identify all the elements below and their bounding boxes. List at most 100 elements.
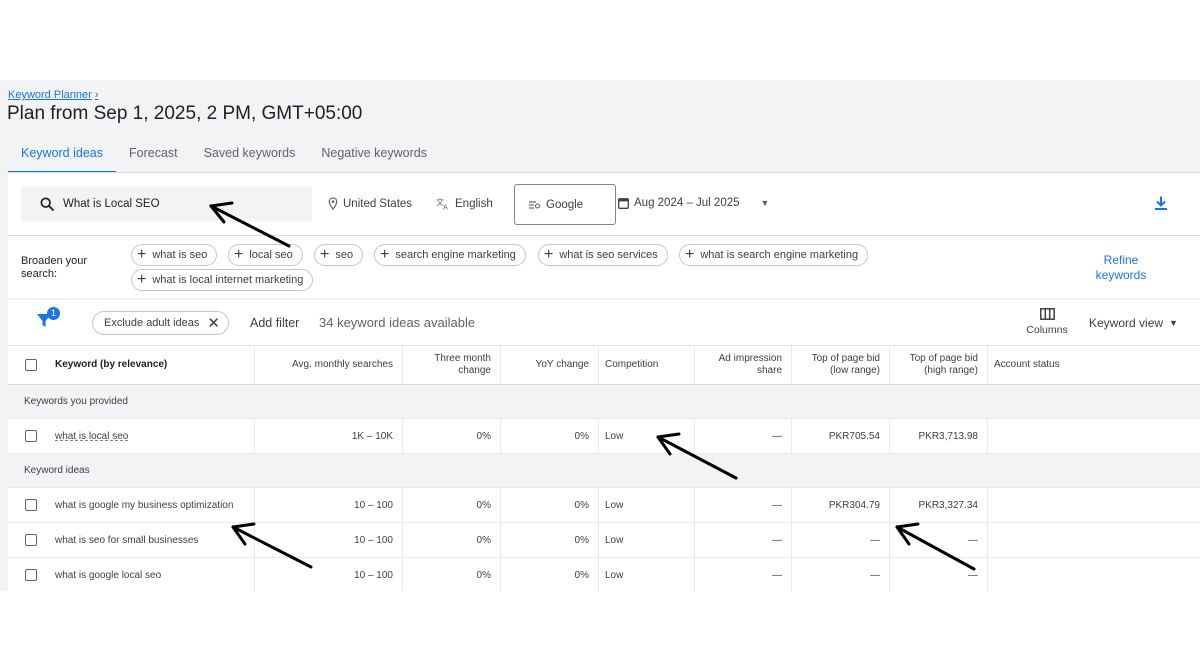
breadcrumb[interactable]: Keyword Planner › (8, 89, 98, 101)
broaden-chip[interactable]: + what is local internet marketing (131, 269, 314, 291)
yoy-change: 0% (501, 523, 599, 557)
header-competition[interactable]: Competition (599, 346, 695, 384)
location-value: United States (343, 197, 413, 210)
bid-high: — (890, 523, 988, 557)
translate-icon: 文A (436, 197, 448, 210)
yoy-change: 0% (501, 419, 599, 453)
download-icon[interactable] (1153, 195, 1169, 211)
plus-icon: + (234, 246, 244, 263)
broaden-search-label: Broaden your search: (21, 255, 88, 280)
plus-icon: + (137, 271, 147, 288)
dropdown-arrow-icon: ▼ (760, 198, 770, 208)
cell-divider (8, 558, 255, 591)
three-month-change: 0% (403, 558, 501, 591)
three-month-change: 0% (403, 488, 501, 522)
select-all-checkbox[interactable] (25, 359, 37, 371)
cell-divider (8, 523, 255, 557)
breadcrumb-link[interactable]: Keyword Planner (8, 89, 92, 101)
panel-divider (8, 235, 1200, 236)
ideas-count: 34 keyword ideas available (319, 315, 476, 330)
header-three-month[interactable]: Three month change (403, 346, 501, 384)
table-row[interactable]: what is seo for small businesses 10 – 10… (8, 523, 1200, 558)
search-value: What is Local SEO (63, 198, 160, 210)
location-pin-icon (328, 197, 338, 210)
header-yoy[interactable]: YoY change (501, 346, 599, 384)
search-input[interactable]: What is Local SEO (21, 187, 312, 221)
bid-low: — (792, 558, 890, 591)
bid-high: PKR3,327.34 (890, 488, 988, 522)
language-value: English (455, 197, 493, 210)
network-value: Google (546, 198, 584, 211)
broaden-chip[interactable]: + local seo (228, 244, 303, 266)
table-row[interactable]: what is google my business optimization … (8, 488, 1200, 523)
ad-share: — (695, 558, 792, 591)
header-account-status[interactable]: Account status (988, 346, 1200, 384)
broaden-chip[interactable]: + search engine marketing (374, 244, 526, 266)
keyword-table: 1 Exclude adult ideas ✕ Add filter 34 ke… (8, 300, 1200, 591)
plus-icon: + (544, 246, 554, 263)
tab-saved-keywords[interactable]: Saved keywords (191, 144, 309, 173)
exclude-adult-chip[interactable]: Exclude adult ideas ✕ (92, 311, 229, 335)
keyword-view-dropdown[interactable]: Keyword view ▼ (1089, 316, 1178, 330)
table-row[interactable]: what is google local seo 10 – 100 0% 0% … (8, 558, 1200, 591)
avg-searches: 10 – 100 (255, 488, 403, 522)
add-filter-button[interactable]: Add filter (250, 316, 299, 330)
tab-bar: Keyword ideas Forecast Saved keywords Ne… (8, 144, 440, 173)
header-ad-impression[interactable]: Ad impression share (695, 346, 792, 384)
filter-count-badge: 1 (47, 307, 60, 320)
date-range-value: Aug 2024 – Jul 2025 (634, 197, 740, 209)
search-icon (40, 197, 54, 211)
competition: Low (599, 419, 695, 453)
table-row[interactable]: what is local seo 1K – 10K 0% 0% Low — P… (8, 419, 1200, 454)
plus-icon: + (320, 246, 330, 263)
calendar-icon (618, 198, 629, 209)
plus-icon: + (137, 246, 147, 263)
ad-share: — (695, 523, 792, 557)
table-header: Keyword (by relevance) Avg. monthly sear… (8, 346, 1200, 385)
avg-searches: 10 – 100 (255, 558, 403, 591)
tab-keyword-ideas[interactable]: Keyword ideas (8, 144, 116, 173)
header-avg-searches[interactable]: Avg. monthly searches (255, 346, 403, 384)
broaden-chip[interactable]: + what is seo services (538, 244, 668, 266)
header-keyword[interactable]: Keyword (by relevance) (8, 346, 255, 384)
avg-searches: 10 – 100 (255, 523, 403, 557)
competition: Low (599, 523, 695, 557)
ad-share: — (695, 488, 792, 522)
broaden-chip[interactable]: + seo (314, 244, 364, 266)
date-range-selector[interactable]: Aug 2024 – Jul 2025 ▼ (618, 197, 769, 209)
refine-keywords-button[interactable]: Refine keywords (1094, 253, 1148, 283)
plus-icon: + (380, 246, 390, 263)
page-title: Plan from Sep 1, 2025, 2 PM, GMT+05:00 (7, 103, 363, 124)
columns-icon (1039, 308, 1055, 320)
avg-searches: 1K – 10K (255, 419, 403, 453)
tab-negative-keywords[interactable]: Negative keywords (308, 144, 440, 173)
three-month-change: 0% (403, 419, 501, 453)
bid-low: — (792, 523, 890, 557)
section-provided: Keywords you provided (8, 385, 1200, 419)
bid-low: PKR705.54 (792, 419, 890, 453)
columns-button[interactable]: Columns (1026, 308, 1068, 336)
bid-high: PKR3,713.98 (890, 419, 988, 453)
network-selector[interactable]: Google (514, 184, 616, 225)
yoy-change: 0% (501, 488, 599, 522)
ad-share: — (695, 419, 792, 453)
bid-high: — (890, 558, 988, 591)
broaden-chip[interactable]: + what is seo (131, 244, 218, 266)
header-bid-high[interactable]: Top of page bid (high range) (890, 346, 988, 384)
competition: Low (599, 488, 695, 522)
dropdown-arrow-icon: ▼ (1169, 318, 1178, 328)
language-filter[interactable]: 文A English (436, 197, 493, 210)
close-icon[interactable]: ✕ (207, 314, 220, 332)
competition: Low (599, 558, 695, 591)
location-filter[interactable]: United States (328, 197, 412, 210)
three-month-change: 0% (403, 523, 501, 557)
header-bid-low[interactable]: Top of page bid (low range) (792, 346, 890, 384)
keyword-planner-screenshot: Keyword Planner › Plan from Sep 1, 2025,… (0, 80, 1200, 591)
yoy-change: 0% (501, 558, 599, 591)
plus-icon: + (685, 246, 695, 263)
broaden-chip[interactable]: + what is search engine marketing (679, 244, 869, 266)
tab-forecast[interactable]: Forecast (116, 144, 191, 173)
chevron-right-icon: › (94, 89, 99, 101)
cell-divider (8, 419, 255, 453)
network-icon (529, 200, 541, 209)
